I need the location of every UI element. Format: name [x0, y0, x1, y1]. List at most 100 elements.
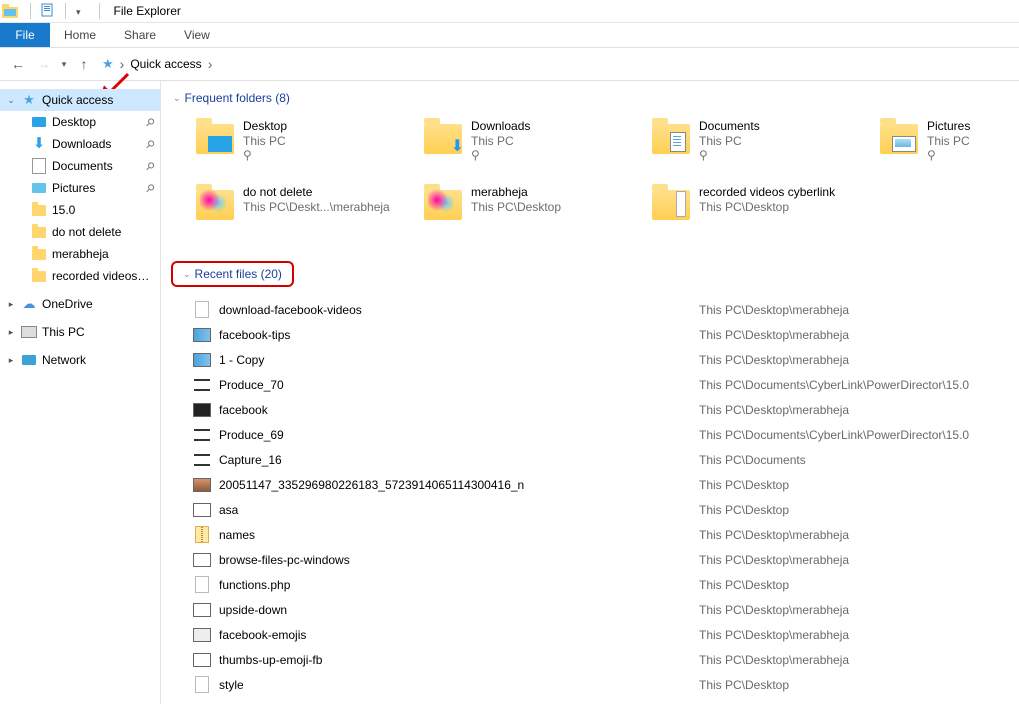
pin-icon: ⚲: [143, 159, 158, 174]
sidebar-item[interactable]: Desktop⚲: [0, 111, 160, 133]
ribbon-tab-file[interactable]: File: [0, 23, 50, 47]
recent-file-row[interactable]: asaThis PC\Desktop: [193, 497, 1009, 522]
sidebar-item-label: Pictures: [52, 181, 95, 195]
app-icon: [2, 3, 20, 19]
download-icon: [30, 136, 48, 152]
folder-item[interactable]: do not deleteThis PC\Deskt...\merabheja: [193, 183, 413, 243]
nav-forward-button[interactable]: →: [32, 52, 56, 76]
sidebar-item-label: Documents: [52, 159, 113, 173]
folder-name: merabheja: [471, 185, 561, 199]
recent-file-row[interactable]: facebook-tipsThis PC\Desktop\merabheja: [193, 322, 1009, 347]
folder-item[interactable]: merabhejaThis PC\Desktop: [421, 183, 641, 243]
file-location: This PC\Documents\CyberLink\PowerDirecto…: [699, 378, 969, 392]
nav-back-button[interactable]: [6, 52, 30, 76]
sidebar-quick-access[interactable]: ⌄ Quick access: [0, 89, 160, 111]
recent-file-row[interactable]: thumbs-up-emoji-fbThis PC\Desktop\merabh…: [193, 647, 1009, 672]
pin-icon: [471, 148, 530, 162]
folder-item[interactable]: recorded videos cyberlinkThis PC\Desktop: [649, 183, 869, 243]
recent-file-row[interactable]: upside-downThis PC\Desktop\merabheja: [193, 597, 1009, 622]
recent-file-row[interactable]: Produce_69This PC\Documents\CyberLink\Po…: [193, 422, 1009, 447]
sidebar-item-label: do not delete: [52, 225, 121, 239]
file-icon: [193, 577, 211, 593]
recent-file-row[interactable]: facebookThis PC\Desktop\merabheja: [193, 397, 1009, 422]
folder-location: This PC: [243, 134, 287, 148]
ribbon-tab-view[interactable]: View: [170, 23, 224, 47]
sidebar-item-label: Downloads: [52, 137, 111, 151]
nav-up-button[interactable]: [72, 52, 96, 76]
chevron-down-icon[interactable]: ⌄: [6, 95, 16, 106]
sidebar-item-label: 15.0: [52, 203, 75, 217]
sidebar-item[interactable]: merabheja: [0, 243, 160, 265]
quick-access-star-icon: [102, 56, 114, 72]
chevron-right-icon[interactable]: [6, 299, 16, 310]
file-location: This PC\Desktop\merabheja: [699, 328, 849, 342]
address-bar[interactable]: Quick access: [98, 53, 1013, 75]
ribbon-tab-share[interactable]: Share: [110, 23, 170, 47]
file-name: 1 - Copy: [219, 353, 699, 367]
chevron-down-icon: ⌄: [183, 269, 191, 280]
file-icon: [193, 552, 211, 568]
sidebar-item[interactable]: Pictures ⚲: [0, 177, 160, 199]
sidebar-item[interactable]: recorded videos cyberlink: [0, 265, 160, 287]
file-icon: [193, 477, 211, 493]
navbar: → Quick access: [0, 48, 1019, 81]
recent-file-row[interactable]: styleThis PC\Desktop: [193, 672, 1009, 697]
folder-item[interactable]: DocumentsThis PC: [649, 117, 869, 177]
qat-properties-icon[interactable]: [41, 3, 55, 20]
folder-item[interactable]: PicturesThis PC: [877, 117, 1019, 177]
folder-icon: [195, 119, 235, 159]
pin-icon: ⚲: [143, 115, 158, 130]
chevron-right-icon[interactable]: [204, 56, 217, 72]
file-location: This PC\Desktop: [699, 503, 789, 517]
recent-file-row[interactable]: namesThis PC\Desktop\merabheja: [193, 522, 1009, 547]
sidebar-onedrive[interactable]: OneDrive: [0, 293, 160, 315]
sidebar-item[interactable]: do not delete: [0, 221, 160, 243]
recent-file-row[interactable]: Capture_16This PC\Documents: [193, 447, 1009, 472]
chevron-down-icon: ⌄: [173, 93, 181, 104]
sidebar-this-pc[interactable]: This PC: [0, 321, 160, 343]
recent-file-row[interactable]: functions.phpThis PC\Desktop: [193, 572, 1009, 597]
recent-files-header[interactable]: ⌄ Recent files (20): [171, 261, 294, 287]
chevron-right-icon[interactable]: [116, 56, 129, 72]
folder-icon: [30, 246, 48, 262]
file-location: This PC\Desktop\merabheja: [699, 653, 849, 667]
qat-dropdown-icon[interactable]: [76, 4, 81, 18]
sidebar-network[interactable]: Network: [0, 349, 160, 371]
sidebar-item[interactable]: Documents ⚲: [0, 155, 160, 177]
pin-icon: ⚲: [143, 181, 158, 196]
file-location: This PC\Desktop\merabheja: [699, 603, 849, 617]
sidebar-item[interactable]: 15.0: [0, 199, 160, 221]
ribbon-tab-home[interactable]: Home: [50, 23, 110, 47]
recent-file-row[interactable]: 20051147_335296980226183_572391406511430…: [193, 472, 1009, 497]
folder-icon: [651, 185, 691, 225]
folder-name: Desktop: [243, 119, 287, 133]
sidebar-item-label: This PC: [42, 325, 85, 339]
frequent-folders-header[interactable]: ⌄ Frequent folders (8): [171, 87, 292, 109]
file-name: facebook-tips: [219, 328, 699, 342]
file-name: facebook-emojis: [219, 628, 699, 642]
chevron-right-icon[interactable]: [6, 327, 16, 338]
recent-file-row[interactable]: 1 - CopyThis PC\Desktop\merabheja: [193, 347, 1009, 372]
this-pc-icon: [20, 324, 38, 340]
pin-icon: ⚲: [143, 137, 158, 152]
file-icon: [193, 377, 211, 393]
file-name: facebook: [219, 403, 699, 417]
file-icon: [193, 402, 211, 418]
folder-item[interactable]: ⬇DownloadsThis PC: [421, 117, 641, 177]
breadcrumb-quick-access[interactable]: Quick access: [130, 57, 201, 71]
separator: [65, 3, 66, 19]
recent-file-row[interactable]: facebook-emojisThis PC\Desktop\merabheja: [193, 622, 1009, 647]
sidebar-item[interactable]: Downloads ⚲: [0, 133, 160, 155]
recent-file-row[interactable]: Produce_70This PC\Documents\CyberLink\Po…: [193, 372, 1009, 397]
chevron-right-icon[interactable]: [6, 355, 16, 366]
nav-history-dropdown[interactable]: [58, 52, 70, 76]
file-location: This PC\Desktop: [699, 578, 789, 592]
recent-file-row[interactable]: browse-files-pc-windowsThis PC\Desktop\m…: [193, 547, 1009, 572]
recent-file-row[interactable]: download-facebook-videosThis PC\Desktop\…: [193, 297, 1009, 322]
folder-item[interactable]: DesktopThis PC: [193, 117, 413, 177]
section-title: Recent files (20): [195, 267, 282, 281]
file-location: This PC\Desktop\merabheja: [699, 528, 849, 542]
file-icon: [193, 352, 211, 368]
sidebar-item-label: OneDrive: [42, 297, 93, 311]
folder-location: This PC: [471, 134, 530, 148]
